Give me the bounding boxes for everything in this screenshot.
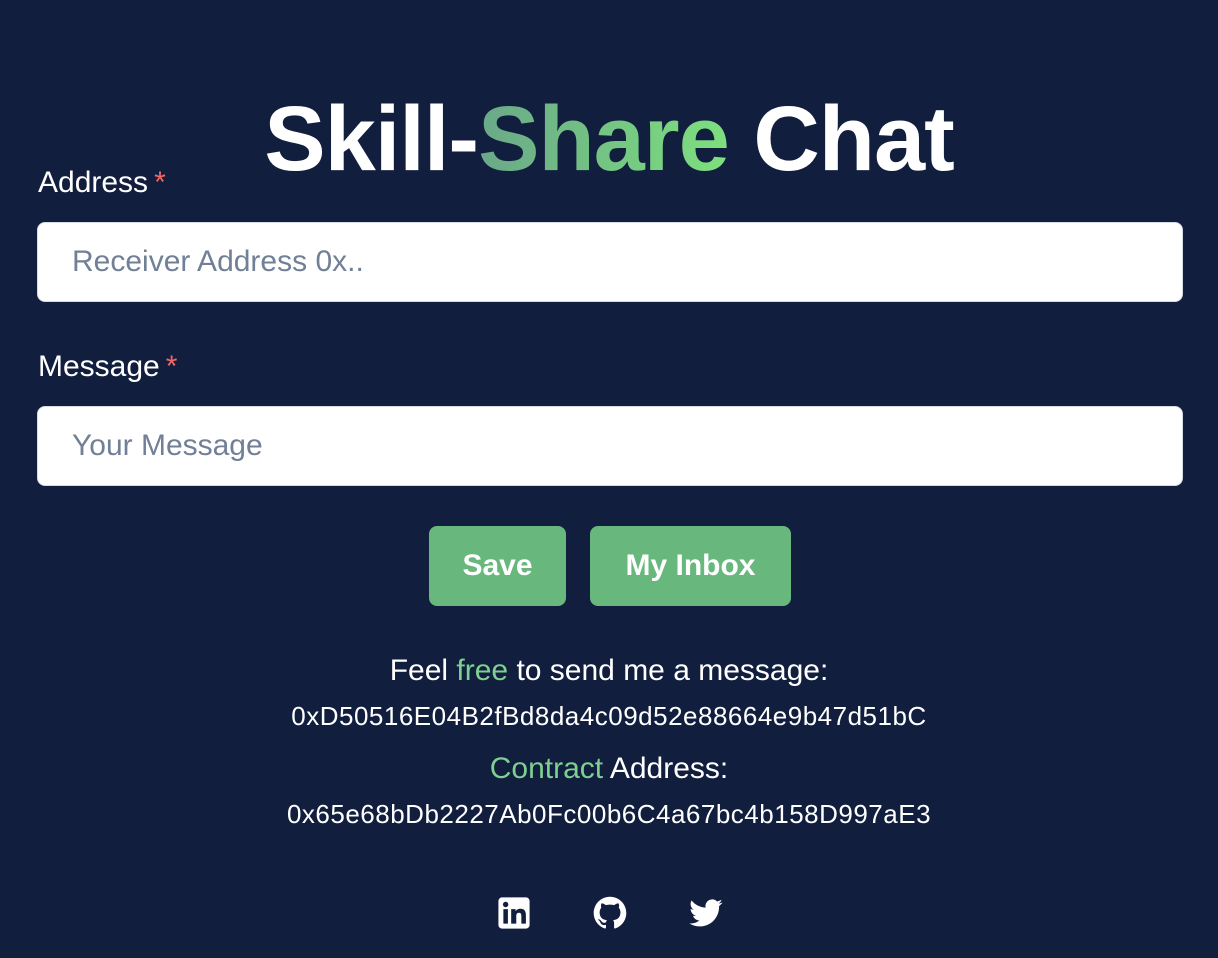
linkedin-icon xyxy=(498,897,530,929)
social-links xyxy=(0,896,1218,932)
address-label-text: Address xyxy=(38,166,149,199)
prompt-prefix: Feel xyxy=(389,654,457,687)
prompt-suffix: to send me a message: xyxy=(508,654,829,687)
save-button[interactable]: Save xyxy=(429,526,566,606)
contract-heading-suffix: Address: xyxy=(603,752,729,785)
contract-address: 0x65e68bDb2227Ab0Fc00b6C4a67bc4b158D997a… xyxy=(286,799,932,829)
message-input[interactable] xyxy=(37,406,1183,486)
title-skill: Skill- xyxy=(264,87,479,190)
linkedin-link[interactable] xyxy=(497,896,531,930)
github-link[interactable] xyxy=(593,896,627,930)
twitter-icon xyxy=(689,899,723,927)
owner-address: 0xD50516E04B2fBd8da4c09d52e88664e9b47d51… xyxy=(291,701,927,731)
address-required-mark: * xyxy=(154,166,166,199)
twitter-link[interactable] xyxy=(689,896,723,930)
title-share-highlight: Share xyxy=(478,87,730,190)
message-label: Message * xyxy=(38,349,177,385)
address-label: Address * xyxy=(38,165,166,201)
message-required-mark: * xyxy=(165,350,178,383)
contract-address-heading: Contract Address: xyxy=(0,749,1218,789)
title-chat: Chat xyxy=(728,87,954,190)
prompt-free-highlight: free xyxy=(456,654,509,687)
message-label-text: Message xyxy=(38,350,160,383)
github-icon xyxy=(593,896,627,929)
my-inbox-button[interactable]: My Inbox xyxy=(590,526,791,606)
address-input[interactable] xyxy=(37,222,1183,302)
send-message-prompt: Feel free to send me a message: xyxy=(0,651,1218,691)
contract-highlight: Contract xyxy=(489,752,604,785)
page-title: Skill-Share Chat xyxy=(0,84,1218,194)
